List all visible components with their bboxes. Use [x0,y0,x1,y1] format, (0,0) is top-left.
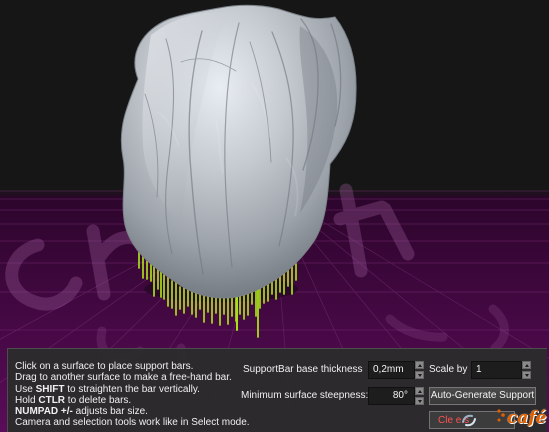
cafe-watermark: café [507,408,547,428]
loading-icon [462,414,476,427]
scale-by-stepper[interactable] [522,361,531,379]
instruction-line-4-suffix: to delete bars. [65,394,132,406]
down-arrow-icon[interactable] [415,397,424,405]
shift-key-label: SHIFT [35,383,65,395]
watermark-dots-icon [497,409,505,422]
instruction-line-4: Hold CTLR to delete bars. [15,395,245,406]
instruction-line-3-suffix: to straighten the bar vertically. [64,383,200,395]
minimum-surface-steepness-input[interactable]: 80° [368,387,415,405]
support-bar-base-thickness-label: SupportBar base thickness [243,364,363,375]
instruction-line-3: Use SHIFT to straighten the bar vertical… [15,384,245,395]
instruction-line-2: Drag to another surface to make a free-h… [15,372,232,384]
support-bar-thickness-stepper[interactable] [415,361,424,379]
support-bar-base-thickness-input[interactable]: 0,2mm [368,361,415,379]
instruction-line-5: NUMPAD +/- adjusts bar size. [15,406,245,417]
numpad-key-label: NUMPAD +/- [15,406,73,418]
up-arrow-icon[interactable] [415,361,424,369]
3d-viewport[interactable]: Click on a surface to place support bars… [0,0,549,432]
minimum-surface-steepness-label: Minimum surface steepness: [241,390,369,401]
instruction-line-1: Click on a surface to place support bars… [15,361,194,372]
down-arrow-icon[interactable] [415,371,424,379]
up-arrow-icon[interactable] [415,387,424,395]
ctlr-key-label: CTLR [38,394,66,406]
minimum-steepness-stepper[interactable] [415,387,424,405]
auto-generate-support-button[interactable]: Auto-Generate Support [429,387,536,405]
up-arrow-icon[interactable] [522,361,531,369]
instruction-line-3-prefix: Use [15,383,36,395]
support-instructions: Click on a surface to place support bars… [15,361,250,429]
scale-by-label: Scale by [429,364,468,375]
instruction-line-6: Camera and selection tools work like in … [15,417,250,429]
down-arrow-icon[interactable] [522,371,531,379]
scale-by-input[interactable]: 1 [471,361,522,379]
instruction-line-4-prefix: Hold [15,394,39,406]
instruction-line-5-suffix: adjusts bar size. [72,406,148,418]
